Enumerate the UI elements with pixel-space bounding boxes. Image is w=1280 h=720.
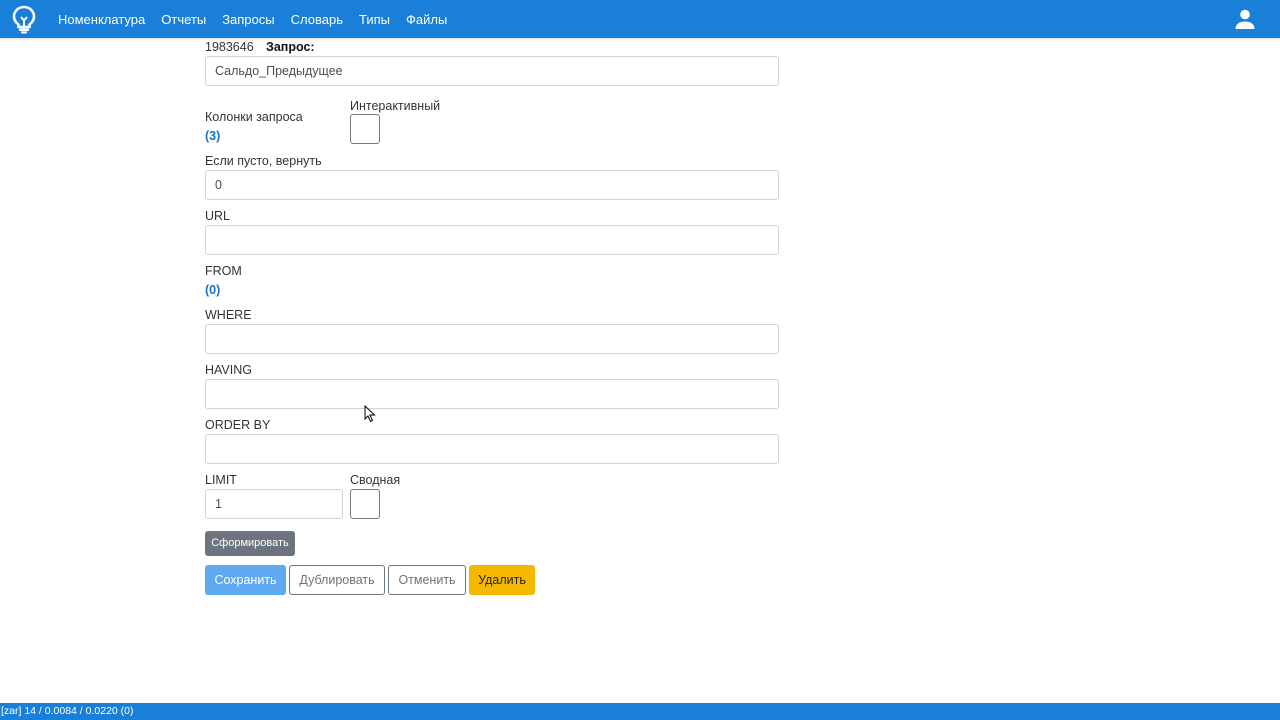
nav-item-queries[interactable]: Запросы [214,12,282,27]
having-label: HAVING [205,363,252,377]
order-by-input[interactable] [205,434,779,464]
having-input[interactable] [205,379,779,409]
columns-label: Колонки запроса [205,110,303,124]
limit-input[interactable]: 1 [205,489,343,519]
status-bar: [zar] 14 / 0.0084 / 0.0220 (0) [0,703,1280,720]
interactive-label: Интерактивный [350,99,441,113]
from-count-link[interactable]: (0) [205,283,220,297]
nav-item-nomenclature[interactable]: Номенклатура [50,12,153,27]
where-input[interactable] [205,324,779,354]
pivot-label: Сводная [350,473,401,487]
pivot-checkbox[interactable] [350,489,380,519]
where-label: WHERE [205,308,252,322]
url-input[interactable] [205,225,779,255]
columns-count-link[interactable]: (3) [205,129,220,143]
save-button[interactable]: Сохранить [205,565,286,595]
mouse-pointer-icon [364,405,376,423]
query-label: Запрос: [266,40,315,54]
top-navbar: Номенклатура Отчеты Запросы Словарь Типы… [0,0,1280,38]
generate-button[interactable]: Сформировать [205,531,295,556]
if-empty-label: Если пусто, вернуть [205,154,322,168]
if-empty-input[interactable]: 0 [205,170,779,200]
url-label: URL [205,209,231,223]
cancel-button[interactable]: Отменить [388,565,466,595]
nav-item-reports[interactable]: Отчеты [153,12,214,27]
delete-button[interactable]: Удалить [469,565,535,595]
nav-item-files[interactable]: Файлы [398,12,455,27]
from-label: FROM [205,264,242,278]
record-id: 1983646 [205,40,254,54]
user-icon[interactable] [1234,8,1256,30]
query-name-input[interactable]: Сальдо_Предыдущее [205,56,779,86]
order-by-label: ORDER BY [205,418,271,432]
nav-item-types[interactable]: Типы [351,12,398,27]
limit-label: LIMIT [205,473,237,487]
interactive-checkbox[interactable] [350,114,380,144]
duplicate-button[interactable]: Дублировать [289,565,385,595]
lightbulb-logo-icon[interactable] [10,4,38,34]
nav-item-dictionary[interactable]: Словарь [283,12,351,27]
